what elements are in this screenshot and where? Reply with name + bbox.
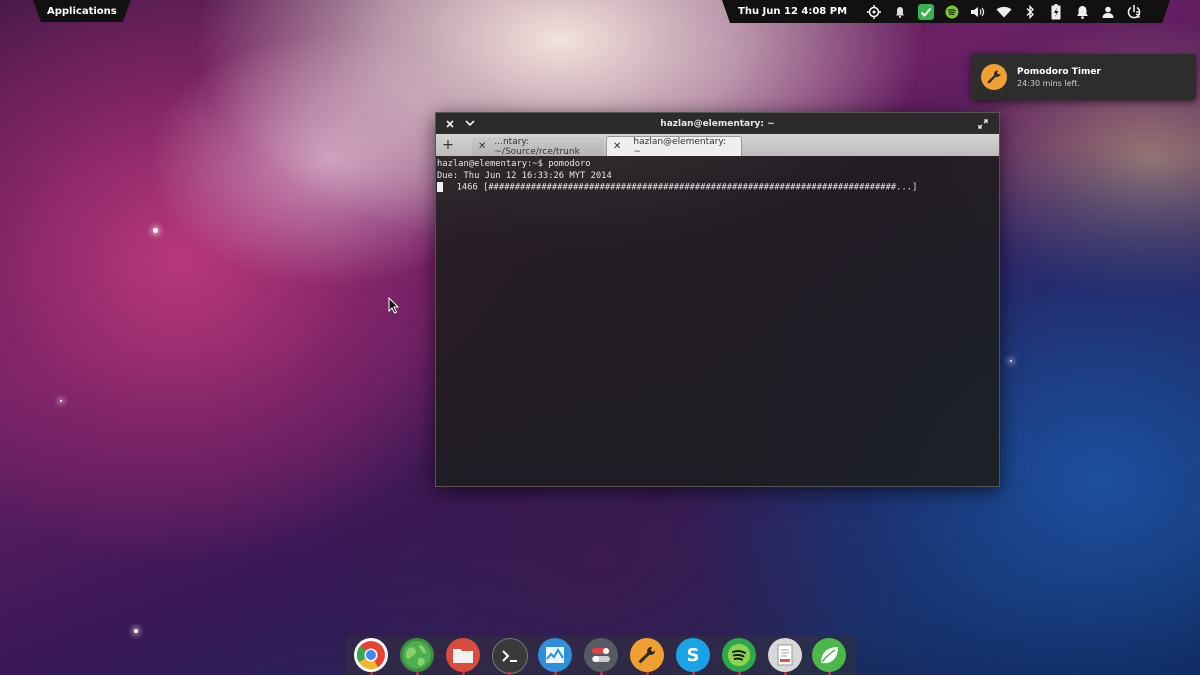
- wifi-icon[interactable]: [991, 0, 1017, 23]
- close-icon: [446, 119, 454, 128]
- new-tab-button[interactable]: +: [436, 134, 460, 156]
- terminal-line: 1466 [##################################…: [446, 182, 918, 193]
- user-icon[interactable]: [1095, 0, 1121, 23]
- star: [1010, 360, 1012, 362]
- skype-glyph: S: [686, 644, 700, 666]
- dock-system-monitor-icon[interactable]: [538, 638, 572, 672]
- clock[interactable]: Thu Jun 12 4:08 PM: [738, 6, 847, 17]
- notification-icon[interactable]: [1069, 0, 1095, 23]
- star: [60, 400, 62, 402]
- tab-home[interactable]: ✕ hazlan@elementary: ~: [606, 136, 742, 157]
- wrench-icon: [981, 64, 1007, 90]
- location-icon[interactable]: [861, 0, 887, 23]
- close-tab-icon[interactable]: ✕: [478, 141, 486, 152]
- dock-chrome-icon[interactable]: [354, 638, 388, 672]
- notification-bubble[interactable]: Pomodoro Timer 24:30 mins left.: [971, 54, 1196, 100]
- close-window-button[interactable]: [440, 113, 460, 134]
- dock-terminal-icon[interactable]: [492, 638, 528, 674]
- tab-bar: + ✕ ...ntary: ~/Source/rce/trunk ✕ hazla…: [436, 134, 999, 157]
- spotify-icon[interactable]: [939, 0, 965, 23]
- terminal-window: hazlan@elementary: ~ + ✕ ...ntary: ~/Sou…: [435, 112, 1000, 487]
- applications-menu-button[interactable]: Applications: [33, 0, 131, 22]
- check-shield-icon[interactable]: [913, 0, 939, 23]
- dock-pomodoro-icon[interactable]: [630, 638, 664, 672]
- menu-button[interactable]: [460, 113, 480, 134]
- plus-icon: +: [442, 137, 454, 153]
- terminal-line: Due: Thu Jun 12 16:33:26 MYT 2014: [437, 170, 612, 181]
- chevron-down-icon: [465, 120, 475, 127]
- applications-label: Applications: [47, 5, 117, 17]
- dock-leaf-app-icon[interactable]: [812, 638, 846, 672]
- dock-skype-icon[interactable]: S: [676, 638, 710, 672]
- dock-text-editor-icon[interactable]: [768, 638, 802, 672]
- dock-files-icon[interactable]: [446, 638, 480, 672]
- bluetooth-icon[interactable]: [1017, 0, 1043, 23]
- tab-source-trunk[interactable]: ✕ ...ntary: ~/Source/rce/trunk: [472, 136, 604, 157]
- dock-settings-icon[interactable]: [584, 638, 618, 672]
- tab-label: ...ntary: ~/Source/rce/trunk: [494, 136, 580, 157]
- dock-spotify-icon[interactable]: [722, 638, 756, 672]
- terminal-line: hazlan@elementary:~$ pomodoro: [437, 159, 591, 169]
- maximize-button[interactable]: [973, 113, 993, 134]
- top-panel-indicators: Thu Jun 12 4:08 PM: [722, 0, 1170, 23]
- star: [153, 228, 158, 233]
- terminal-output[interactable]: hazlan@elementary:~$ pomodoro Due: Thu Ju…: [436, 156, 999, 197]
- bell-icon[interactable]: [887, 0, 913, 23]
- battery-icon[interactable]: [1043, 0, 1069, 23]
- terminal-progress-line: 1466 [##################################…: [437, 182, 998, 194]
- star: [134, 629, 138, 633]
- notification-title: Pomodoro Timer: [1017, 66, 1101, 77]
- window-titlebar[interactable]: hazlan@elementary: ~: [436, 113, 999, 134]
- dock-web-browser-icon[interactable]: [400, 638, 434, 672]
- tab-label: hazlan@elementary: ~: [633, 136, 727, 157]
- volume-icon[interactable]: [965, 0, 991, 23]
- text-cursor: [437, 182, 443, 192]
- maximize-icon: [978, 118, 988, 129]
- notification-body: 24:30 mins left.: [1017, 78, 1080, 88]
- mouse-pointer: [388, 296, 400, 318]
- window-title: hazlan@elementary: ~: [660, 118, 775, 129]
- power-icon[interactable]: [1121, 0, 1147, 23]
- close-tab-icon[interactable]: ✕: [613, 141, 621, 152]
